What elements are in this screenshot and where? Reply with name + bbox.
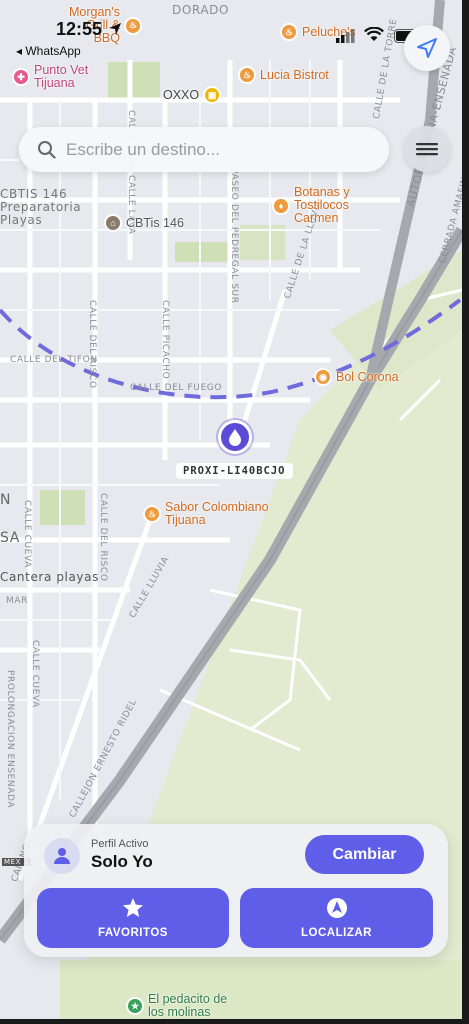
poi-label: Sabor Colombiano Tijuana [165,500,269,527]
hamburger-icon [416,143,438,156]
change-profile-button[interactable]: Cambiar [305,835,424,874]
park-icon: ★ [126,997,144,1015]
street-label: CALLE DEL TIFON [10,355,98,365]
street-label: CALLE CUEVA [30,640,40,708]
wifi-icon [364,27,384,41]
poi-label: Botanas y Tostilocos Carmen [294,185,350,225]
place-label: N [0,492,12,508]
profile-panel: Perfil Activo Solo Yo Cambiar FAVORITOS … [24,824,448,957]
poi-label: Punto Vet Tijuana [34,63,89,90]
search-input[interactable]: Escribe un destino... [66,140,220,160]
navigation-arrow-icon [417,38,437,58]
street-label: CALLE DEL RISCO [98,493,108,582]
vet-icon: ✚ [12,68,30,86]
street-label: CALLE CUEVA [22,500,32,568]
poi-lucia-bistrot[interactable]: ♨ Lucia Bistrot [238,66,329,84]
place-label: CBTIS 146 [0,187,68,201]
signal-icon [336,29,355,43]
search-bar[interactable]: Escribe un destino... [19,127,389,172]
profile-name: Solo Yo [91,852,153,871]
device-frame-edge [462,0,469,1024]
app-screen: CALLE DEL RISCO CALLE PICACHO CALLE DE L… [0,0,462,1019]
poi-sabor-colombiano[interactable]: ♨ Sabor Colombiano Tijuana [143,501,280,527]
poi-botanas[interactable]: ♦ Botanas y Tostilocos Carmen [272,186,374,225]
user-marker-label: PROXI-LI40BCJO [176,463,293,479]
user-location-marker[interactable] [218,420,252,454]
place-label: SA [0,530,20,546]
snack-icon: ♦ [272,196,290,215]
back-to-app-link[interactable]: ◂ WhatsApp [16,44,81,58]
place-label: Cantera playas [0,570,99,584]
status-bar: 12:55 ◂ WhatsApp [0,0,462,62]
search-icon [38,141,56,159]
poi-pedacito[interactable]: ★ El pedacito de los molinas [126,993,243,1019]
street-label: CALLE DEL FUEGO [130,383,223,393]
bowling-icon: ◉ [314,368,332,386]
place-label: Playas [0,213,43,227]
school-icon: ⌂ [104,214,122,232]
poi-label: El pedacito de los molinas [148,992,228,1019]
street-label: MAR [6,596,28,606]
location-arrow-icon [109,23,121,35]
navigation-circle-icon [326,898,347,918]
profile-label: Perfil Activo [91,838,149,850]
street-label: CALLE PICACHO [160,300,170,380]
star-icon [123,898,143,917]
street-label: PASEO DEL PEDREGAL SUR [229,168,239,304]
restaurant-icon: ♨ [238,66,256,84]
device-frame-bottom [0,1019,469,1024]
street-label: CALLE DEL RISCO [87,300,97,389]
favorites-button[interactable]: FAVORITOS [37,888,229,948]
poi-oxxo[interactable]: OXXO ▣ [163,86,222,104]
menu-button[interactable] [404,126,450,172]
favorites-label: FAVORITOS [98,927,168,939]
poi-label: CBTis 146 [126,215,184,230]
poi-label: Bol Corona [336,369,399,384]
poi-cbtis[interactable]: ⌂ CBTis 146 [104,214,184,232]
recenter-location-button[interactable] [404,25,450,71]
poi-bol-corona[interactable]: ◉ Bol Corona [314,368,399,386]
place-label: Preparatoria [0,200,82,214]
street-label: PROLONGACION ENSENADA [5,670,15,809]
poi-label: OXXO [163,87,200,102]
person-icon [54,848,70,864]
restaurant-icon: ♨ [143,505,161,523]
poi-label: Lucia Bistrot [260,67,329,82]
store-icon: ▣ [203,86,222,104]
poi-punto-vet[interactable]: ✚ Punto Vet Tijuana [12,64,99,90]
locate-label: LOCALIZAR [301,927,372,939]
locate-button[interactable]: LOCALIZAR [240,888,433,948]
clock: 12:55 [56,19,103,39]
avatar [44,838,80,874]
drop-icon [229,429,241,446]
